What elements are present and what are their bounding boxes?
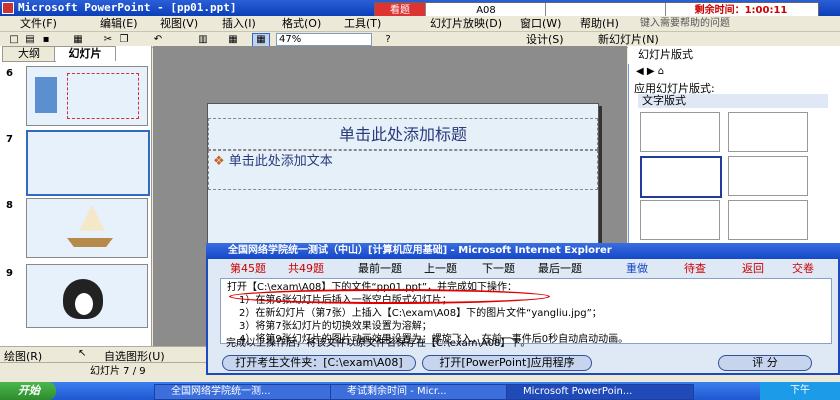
question-total: 共49题 bbox=[288, 262, 324, 275]
body-placeholder-text: 单击此处添加文本 bbox=[228, 154, 333, 169]
layout-two-columns[interactable] bbox=[728, 156, 808, 196]
layout-title-slide[interactable] bbox=[640, 112, 720, 152]
drawing-toolbar: 绘图(R) ↖ 自选图形(U) bbox=[0, 346, 206, 363]
review-button[interactable]: 待查 bbox=[684, 262, 706, 276]
task-line: 2）在新幻灯片（第7张）上插入【C:\exam\A08】下的图片文件“yangl… bbox=[239, 308, 602, 319]
powerpoint-icon bbox=[2, 2, 14, 14]
slide-thumbnail-9[interactable] bbox=[26, 264, 148, 328]
menu-edit[interactable]: 编辑(E) bbox=[100, 17, 138, 31]
task-line: 3）将第7张幻灯片的切换效果设置为溶解； bbox=[239, 321, 432, 332]
tab-outline[interactable]: 大纲 bbox=[2, 46, 56, 62]
layout-title-only[interactable] bbox=[728, 112, 808, 152]
menu-slideshow[interactable]: 幻灯片放映(D) bbox=[430, 17, 502, 31]
layout-vertical-title-text[interactable] bbox=[728, 200, 808, 240]
slide-number: 8 bbox=[6, 200, 13, 211]
menu-insert[interactable]: 插入(I) bbox=[222, 17, 256, 31]
system-tray-clock: 下午 bbox=[760, 382, 840, 400]
red-highlight-oval bbox=[229, 289, 550, 304]
slide-number: 9 bbox=[6, 268, 13, 279]
slide-number: 7 bbox=[6, 134, 13, 145]
last-question-button[interactable]: 最后一题 bbox=[538, 262, 582, 276]
question-nav: 第45题 共49题 最前一题 上一题 下一题 最后一题 重做 待查 返回 交卷 bbox=[220, 262, 836, 276]
menu-bar: 文件(F) 编辑(E) 视图(V) 插入(I) 格式(O) 工具(T) 幻灯片放… bbox=[0, 16, 840, 32]
open-application-button[interactable]: 打开[PowerPoint]应用程序 bbox=[422, 355, 592, 371]
bullet-icon: ❖ bbox=[213, 154, 225, 169]
slides-panel: 大纲 幻灯片 6 7 8 9 bbox=[0, 46, 152, 346]
pane-nav-icons[interactable]: ◀ ▶ ⌂ bbox=[636, 66, 696, 78]
design-button[interactable]: 设计(S) bbox=[526, 33, 564, 46]
redo-button[interactable]: 重做 bbox=[626, 262, 648, 276]
exam-dialog-title: 全国网络学院统一测试（中山）[计算机应用基础] - Microsoft Inte… bbox=[206, 243, 840, 259]
slide-thumbnail-8[interactable] bbox=[26, 198, 148, 258]
menu-window[interactable]: 窗口(W) bbox=[520, 17, 561, 31]
taskbar-exam-browser[interactable]: 全国网络学院统一测... bbox=[154, 384, 342, 400]
question-number: 第45题 bbox=[230, 262, 266, 275]
text-layouts-section: 文字版式 bbox=[638, 94, 828, 108]
prev-question-button[interactable]: 上一题 bbox=[424, 262, 457, 276]
zoom-select[interactable]: 47% bbox=[276, 33, 372, 46]
task-pane-title: 幻灯片版式 bbox=[628, 46, 840, 64]
submit-button[interactable]: 交卷 bbox=[792, 262, 814, 276]
slide-number: 6 bbox=[6, 68, 13, 79]
menu-file[interactable]: 文件(F) bbox=[20, 17, 57, 31]
window-title: Microsoft PowerPoint - [pp01.ppt] bbox=[18, 1, 237, 14]
first-question-button[interactable]: 最前一题 bbox=[358, 262, 402, 276]
taskbar-powerpoint[interactable]: Microsoft PowerPoin... bbox=[506, 384, 694, 400]
new-slide-button[interactable]: 新幻灯片(N) bbox=[598, 33, 659, 46]
menu-tools[interactable]: 工具(T) bbox=[344, 17, 381, 31]
title-placeholder[interactable]: 单击此处添加标题 bbox=[208, 118, 598, 150]
body-placeholder[interactable]: ❖ 单击此处添加文本 bbox=[208, 150, 598, 190]
tab-slides[interactable]: 幻灯片 bbox=[54, 46, 116, 61]
help-search-box[interactable]: 键入需要帮助的问题 bbox=[640, 17, 730, 31]
select-arrow-icon[interactable]: ↖ bbox=[78, 348, 86, 359]
status-bar: 幻灯片 7 / 9 bbox=[0, 362, 206, 382]
layout-title-text[interactable] bbox=[640, 156, 722, 198]
menu-format[interactable]: 格式(O) bbox=[282, 17, 321, 31]
slide-position: 幻灯片 7 / 9 bbox=[90, 366, 146, 377]
open-exam-folder-button[interactable]: 打开考生文件夹：[C:\exam\A08] bbox=[222, 355, 416, 371]
next-question-button[interactable]: 下一题 bbox=[482, 262, 515, 276]
taskbar-timer-window[interactable]: 考试剩余时间 - Micr... bbox=[330, 384, 518, 400]
menu-view[interactable]: 视图(V) bbox=[160, 17, 198, 31]
score-button[interactable]: 评 分 bbox=[718, 355, 812, 371]
layout-vertical-text[interactable] bbox=[640, 200, 720, 240]
start-button[interactable]: 开始 bbox=[0, 382, 56, 400]
menu-help[interactable]: 帮助(H) bbox=[580, 17, 619, 31]
slide-thumbnail-6[interactable] bbox=[26, 66, 148, 126]
return-button[interactable]: 返回 bbox=[742, 262, 764, 276]
task-line-final: 完成以上操作后，将该文件以原文件名保存在【C:\exam\A08】下。 bbox=[226, 338, 531, 349]
slide-thumbnail-7[interactable] bbox=[26, 130, 150, 196]
